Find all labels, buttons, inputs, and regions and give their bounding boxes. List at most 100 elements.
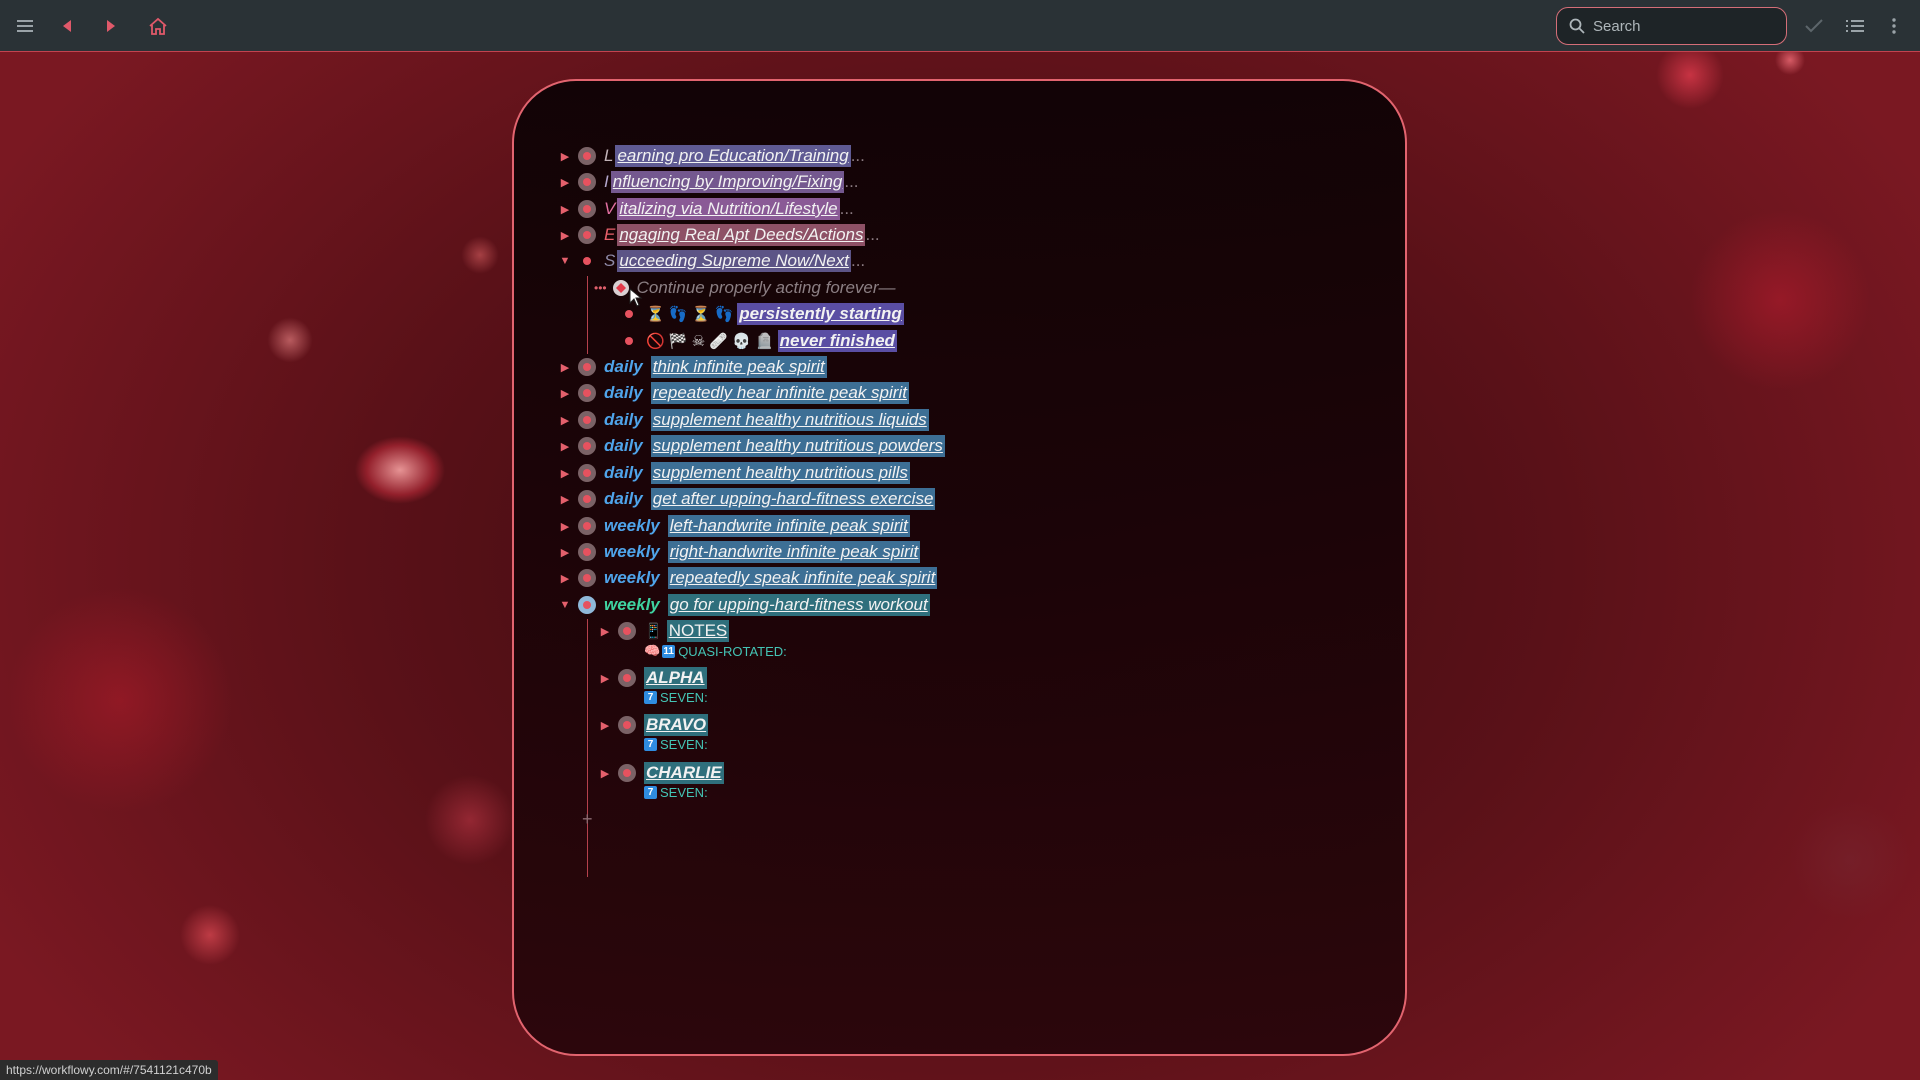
expand-triangle-icon[interactable]: ▶ <box>558 440 572 453</box>
bullet-icon[interactable] <box>578 147 596 165</box>
diamond-bullet-icon[interactable] <box>612 280 629 296</box>
bullet-icon[interactable] <box>578 411 596 429</box>
frequency-tag[interactable]: daily <box>604 357 643 377</box>
collapse-triangle-icon[interactable]: ▼ <box>558 255 572 267</box>
expand-triangle-icon[interactable]: ▶ <box>558 493 572 506</box>
item-text[interactable]: supplement healthy nutritious powders <box>650 435 945 457</box>
frequency-tag[interactable]: weekly <box>604 595 660 615</box>
item-text[interactable]: ngaging Real Apt Deeds/Actions <box>617 224 866 246</box>
workout-bravo-item[interactable]: ▶ BRAVO <box>598 713 709 737</box>
frequency-tag[interactable]: daily <box>604 410 643 430</box>
item-menu-dots[interactable]: ••• <box>594 281 607 295</box>
bullet-icon[interactable] <box>578 252 596 270</box>
item-text[interactable]: BRAVO <box>644 714 709 736</box>
search-box[interactable] <box>1556 7 1787 45</box>
expand-triangle-icon[interactable]: ▶ <box>558 361 572 374</box>
item-text[interactable]: supplement healthy nutritious pills <box>650 462 910 484</box>
list-icon[interactable] <box>1841 12 1869 40</box>
habit-item[interactable]: ▶ weekly repeatedly speak infinite peak … <box>558 566 938 590</box>
habit-item[interactable]: ▶ weekly left-handwrite infinite peak sp… <box>558 514 910 538</box>
frequency-tag[interactable]: daily <box>604 489 643 509</box>
bullet-icon[interactable] <box>618 764 636 782</box>
collapse-triangle-icon[interactable]: ▼ <box>558 599 572 611</box>
item-text[interactable]: right-handwrite infinite peak spirit <box>667 541 921 563</box>
item-text[interactable]: left-handwrite infinite peak spirit <box>667 515 910 537</box>
item-text[interactable]: persistently starting <box>737 303 904 325</box>
expand-triangle-icon[interactable]: ▶ <box>558 150 572 163</box>
item-text[interactable]: Continue properly acting forever— <box>637 278 896 298</box>
habit-item[interactable]: ▶ daily supplement healthy nutritious li… <box>558 408 929 432</box>
outline-item[interactable]: ▶ I nfluencing by Improving/Fixing ... <box>558 170 859 194</box>
bullet-icon[interactable] <box>578 543 596 561</box>
frequency-tag[interactable]: weekly <box>604 542 660 562</box>
expand-triangle-icon[interactable]: ▶ <box>598 672 612 685</box>
expand-triangle-icon[interactable]: ▶ <box>558 387 572 400</box>
item-text[interactable]: repeatedly speak infinite peak spirit <box>667 567 938 589</box>
item-text[interactable]: go for upping-hard-fitness workout <box>667 594 930 616</box>
expand-triangle-icon[interactable]: ▶ <box>558 467 572 480</box>
outline-item-child[interactable]: 🚫 🏁 ☠ 🩹 💀 🪦 never finished <box>620 329 897 353</box>
habit-item[interactable]: ▶ daily supplement healthy nutritious po… <box>558 434 945 458</box>
bullet-icon[interactable] <box>620 332 638 350</box>
more-icon[interactable] <box>1880 12 1908 40</box>
check-icon[interactable] <box>1800 12 1828 40</box>
bullet-icon[interactable] <box>578 200 596 218</box>
workout-alpha-item[interactable]: ▶ ALPHA <box>598 666 707 690</box>
outline-item[interactable]: ▶ V italizing via Nutrition/Lifestyle ..… <box>558 197 854 221</box>
bullet-icon[interactable] <box>578 517 596 535</box>
expand-triangle-icon[interactable]: ▶ <box>558 203 572 216</box>
habit-item[interactable]: ▶ daily repeatedly hear infinite peak sp… <box>558 381 909 405</box>
bullet-icon[interactable] <box>578 226 596 244</box>
bullet-icon[interactable] <box>578 384 596 402</box>
search-input[interactable] <box>1591 16 1775 36</box>
bullet-icon[interactable] <box>618 669 636 687</box>
expand-triangle-icon[interactable]: ▶ <box>598 625 612 638</box>
bullet-icon[interactable] <box>578 569 596 587</box>
frequency-tag[interactable]: daily <box>604 436 643 456</box>
bullet-icon[interactable] <box>578 437 596 455</box>
add-item-button[interactable]: + <box>582 809 593 830</box>
item-text[interactable]: ALPHA <box>644 667 707 689</box>
habit-item-expanded[interactable]: ▼ weekly go for upping-hard-fitness work… <box>558 593 930 617</box>
outline-item[interactable]: ▶ E ngaging Real Apt Deeds/Actions ... <box>558 223 880 247</box>
item-text[interactable]: think infinite peak spirit <box>650 356 827 378</box>
bullet-icon[interactable] <box>618 622 636 640</box>
item-text[interactable]: get after upping-hard-fitness exercise <box>650 488 936 510</box>
bullet-icon[interactable] <box>618 716 636 734</box>
menu-icon[interactable] <box>12 12 40 40</box>
habit-item[interactable]: ▶ weekly right-handwrite infinite peak s… <box>558 540 921 564</box>
item-text[interactable]: earning pro Education/Training <box>615 145 851 167</box>
habit-item[interactable]: ▶ daily get after upping-hard-fitness ex… <box>558 487 936 511</box>
expand-triangle-icon[interactable]: ▶ <box>558 520 572 533</box>
frequency-tag[interactable]: daily <box>604 383 643 403</box>
outline-item[interactable]: ▶ L earning pro Education/Training ... <box>558 144 865 168</box>
item-text[interactable]: ucceeding Supreme Now/Next <box>617 250 851 272</box>
expand-triangle-icon[interactable]: ▶ <box>558 572 572 585</box>
expand-triangle-icon[interactable]: ▶ <box>558 414 572 427</box>
workout-notes-item[interactable]: ▶ 📱 NOTES <box>598 619 730 643</box>
workout-charlie-item[interactable]: ▶ CHARLIE <box>598 761 724 785</box>
bullet-icon[interactable] <box>578 596 596 614</box>
bullet-icon[interactable] <box>578 173 596 191</box>
item-text[interactable]: never finished <box>777 330 897 352</box>
bullet-icon[interactable] <box>578 490 596 508</box>
expand-triangle-icon[interactable]: ▶ <box>558 176 572 189</box>
expand-triangle-icon[interactable]: ▶ <box>558 546 572 559</box>
item-text[interactable]: nfluencing by Improving/Fixing <box>610 171 845 193</box>
item-text[interactable]: supplement healthy nutritious liquids <box>650 409 929 431</box>
habit-item[interactable]: ▶ daily think infinite peak spirit <box>558 355 827 379</box>
item-text[interactable]: italizing via Nutrition/Lifestyle <box>617 198 840 220</box>
item-text[interactable]: NOTES <box>666 620 730 642</box>
outline-item-expanded[interactable]: ▼ S ucceeding Supreme Now/Next ... <box>558 249 865 273</box>
expand-triangle-icon[interactable]: ▶ <box>598 767 612 780</box>
bullet-icon[interactable] <box>578 358 596 376</box>
frequency-tag[interactable]: daily <box>604 463 643 483</box>
habit-item[interactable]: ▶ daily supplement healthy nutritious pi… <box>558 461 910 485</box>
back-icon[interactable] <box>53 12 81 40</box>
outline-item-child[interactable]: ⏳ 👣 ⏳ 👣 persistently starting <box>620 302 904 326</box>
bullet-icon[interactable] <box>578 464 596 482</box>
item-text[interactable]: repeatedly hear infinite peak spirit <box>650 382 909 404</box>
home-icon[interactable] <box>144 12 172 40</box>
frequency-tag[interactable]: weekly <box>604 568 660 588</box>
item-text[interactable]: CHARLIE <box>644 762 724 784</box>
